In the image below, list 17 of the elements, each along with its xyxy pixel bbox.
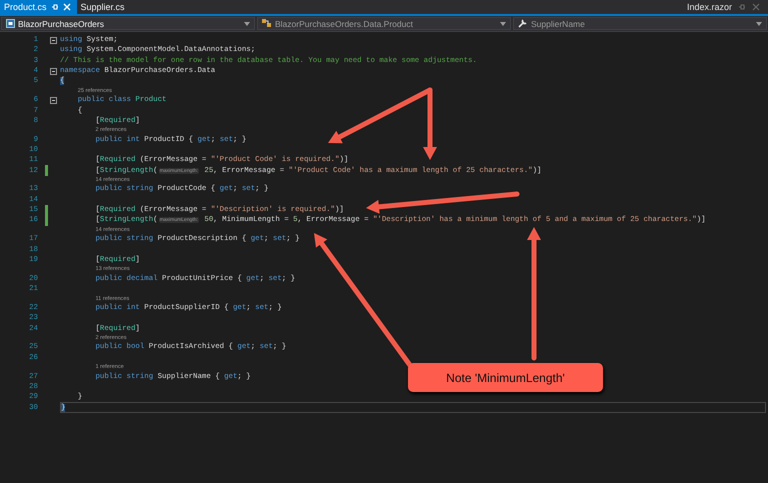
class-icon: [262, 19, 272, 28]
navigation-dropdown[interactable]: BlazorPurchaseOrders.Data.Product: [257, 17, 511, 30]
close-icon[interactable]: [752, 3, 760, 11]
collapse-icon[interactable]: [50, 36, 57, 44]
navigation-dropdown[interactable]: BlazorPurchaseOrders: [1, 17, 255, 30]
collapse-icon[interactable]: [50, 96, 57, 104]
file-tab[interactable]: Index.razor: [682, 0, 738, 14]
wrench-icon: [518, 19, 528, 28]
caret-icon: [756, 22, 762, 26]
project-icon: [6, 19, 15, 28]
pin-icon[interactable]: [738, 3, 746, 11]
caret-icon: [244, 22, 250, 26]
collapse-icon[interactable]: [50, 68, 57, 75]
navigation-dropdown[interactable]: SupplierName: [513, 17, 767, 30]
file-tab[interactable]: Supplier.cs: [76, 0, 131, 14]
note-callout: Note 'MinimumLength': [408, 363, 603, 392]
caret-icon: [500, 22, 506, 26]
